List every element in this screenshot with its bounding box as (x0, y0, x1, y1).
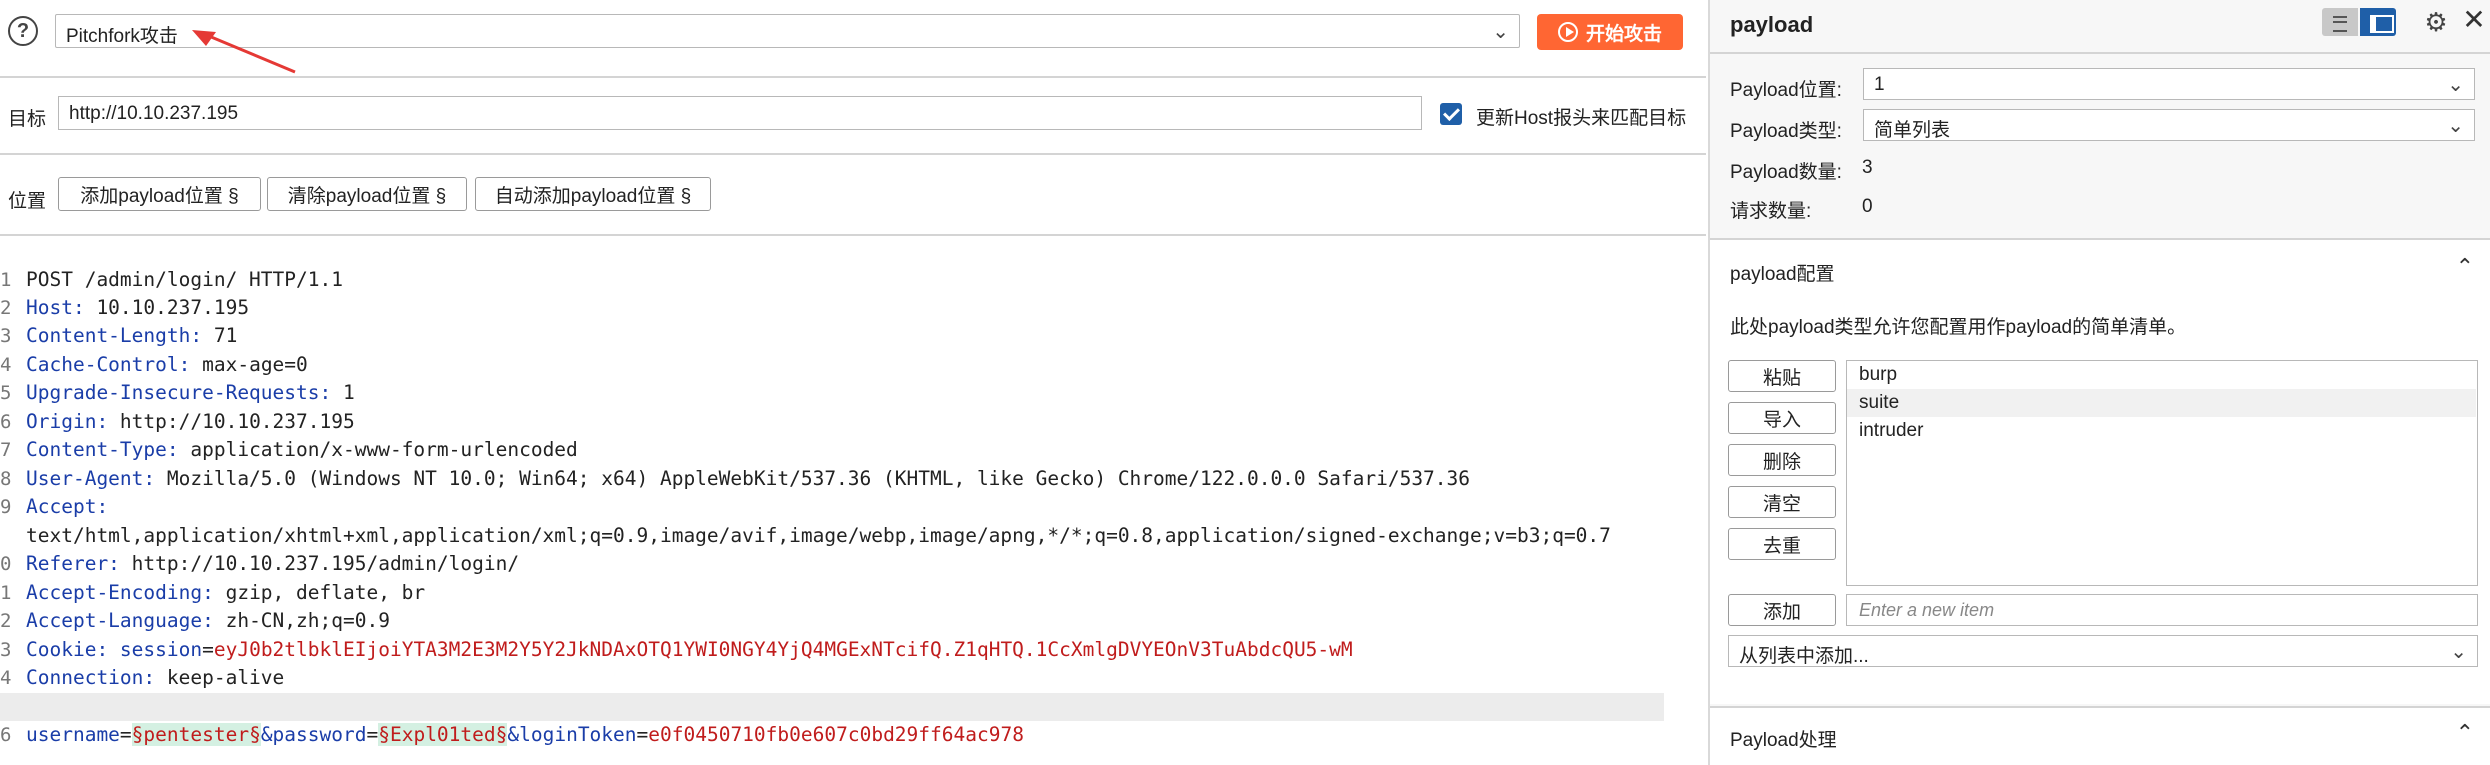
new-item-field[interactable] (1846, 594, 2478, 626)
split-view-icon[interactable] (2360, 8, 2396, 36)
request-line: 7 Content-Type: application/x-www-form-ur… (0, 438, 578, 461)
payload-type-select[interactable]: 简单列表 ⌄ (1863, 109, 2475, 141)
chevron-up-icon[interactable]: ⌃ (2456, 720, 2474, 746)
request-editor[interactable]: 1 POST /admin/login/ HTTP/1.1 2 Host: 10.1… (0, 238, 1706, 765)
play-icon (1557, 22, 1578, 42)
close-icon[interactable]: ✕ (2460, 6, 2488, 34)
clear-payload-position-button[interactable]: 清除payload位置 § (267, 177, 467, 211)
payload-marker: §Expl01ted§ (378, 723, 508, 746)
payload-list[interactable]: burp suite intruder (1846, 360, 2478, 586)
request-line: 5 (0, 665, 1690, 718)
help-icon[interactable]: ? (8, 16, 38, 46)
chevron-down-icon: ⌄ (1492, 21, 1509, 43)
chevron-down-icon: ⌄ (2447, 74, 2464, 96)
list-view-icon[interactable] (2322, 8, 2358, 36)
payload-marker: §pentester§ (131, 723, 261, 746)
add-from-list-value: 从列表中添加... (1739, 646, 1869, 667)
payload-position-label: Payload位置: (1730, 80, 1842, 101)
target-url-input[interactable]: http://10.10.237.195 (58, 96, 1422, 130)
clear-button[interactable]: 清空 (1728, 486, 1836, 518)
attack-type-value: Pitchfork攻击 (66, 26, 178, 47)
payload-count-value: 3 (1862, 157, 1873, 178)
paste-button[interactable]: 粘贴 (1728, 360, 1836, 392)
chevron-down-icon: ⌄ (2447, 115, 2464, 137)
divider (1710, 706, 2490, 708)
request-line: 1 POST /admin/login/ HTTP/1.1 (0, 268, 343, 291)
target-label: 目标 (8, 109, 47, 130)
view-toggle[interactable] (2322, 8, 2398, 36)
request-line: 8 User-Agent: Mozilla/5.0 (Windows NT 10.… (0, 467, 1471, 490)
chevron-down-icon: ⌄ (2450, 641, 2467, 663)
add-payload-position-button[interactable]: 添加payload位置 § (58, 177, 261, 211)
deduplicate-button[interactable]: 去重 (1728, 528, 1836, 560)
payload-config-description: 此处payload类型允许您配置用作payload的简单清单。 (1730, 317, 2187, 338)
request-line: 0 Referer: http://10.10.237.195/admin/log… (0, 552, 520, 575)
list-item[interactable]: suite (1847, 389, 2476, 417)
payload-config-title: payload配置 (1730, 264, 1835, 285)
payload-position-select[interactable]: 1 ⌄ (1863, 68, 2475, 100)
request-count-value: 0 (1862, 196, 1873, 217)
target-url-value: http://10.10.237.195 (69, 103, 239, 124)
start-attack-button[interactable]: 开始攻击 (1537, 14, 1683, 50)
request-line: 3 Cookie: session=eyJ0b2tlbklEIjoiYTA3M2E… (0, 638, 1353, 661)
payload-type-label: Payload类型: (1730, 121, 1842, 142)
auto-add-payload-position-button[interactable]: 自动添加payload位置 § (475, 177, 711, 211)
panel-title: payload (1730, 12, 1814, 37)
payload-type-value: 简单列表 (1874, 120, 1951, 141)
update-host-checkbox[interactable] (1440, 103, 1462, 125)
request-line: 4 Cache-Control: max-age=0 (0, 353, 308, 376)
payload-processing-title: Payload处理 (1730, 730, 1837, 751)
request-body-line: 6 username=§pentester§&password=§Expl01te… (0, 693, 1664, 746)
request-count-label: 请求数量: (1730, 201, 1812, 222)
payload-processing-section: Payload处理 ⌃ (1710, 706, 2490, 765)
list-item[interactable]: burp (1847, 361, 2476, 389)
request-line: 6 Origin: http://10.10.237.195 (0, 410, 355, 433)
list-item[interactable]: intruder (1847, 417, 2476, 445)
chevron-up-icon[interactable]: ⌃ (2456, 254, 2474, 280)
request-line-wrap: text/html,application/xhtml+xml,applicat… (26, 524, 1611, 547)
gear-icon[interactable]: ⚙ (2422, 8, 2450, 36)
divider (1710, 238, 2490, 240)
request-line: 3 Content-Length: 71 (0, 324, 238, 347)
attack-config-pane: ? Pitchfork攻击 ⌄ 开始攻击 目标 http://10.10.237… (0, 0, 1706, 765)
add-from-list-select[interactable]: 从列表中添加... ⌄ (1728, 635, 2478, 667)
request-line: 5 Upgrade-Insecure-Requests: 1 (0, 381, 355, 404)
divider (1710, 52, 2490, 54)
request-line: 2 Accept-Language: zh-CN,zh;q=0.9 (0, 609, 390, 632)
new-item-input[interactable] (1847, 595, 2477, 625)
request-line: 1 Accept-Encoding: gzip, deflate, br (0, 581, 426, 604)
load-button[interactable]: 导入 (1728, 402, 1836, 434)
start-attack-label: 开始攻击 (1585, 23, 1662, 45)
add-item-button[interactable]: 添加 (1728, 594, 1836, 626)
payload-position-value: 1 (1874, 74, 1885, 95)
payload-count-label: Payload数量: (1730, 162, 1842, 183)
request-line: 4 Connection: keep-alive (0, 666, 285, 689)
request-line: 9 Accept: (0, 495, 109, 518)
payload-panel: payload ⚙ ✕ Payload位置: 1 ⌄ Payload类型: 简单… (1708, 0, 2490, 765)
positions-label: 位置 (8, 191, 47, 212)
request-line: 2 Host: 10.10.237.195 (0, 296, 250, 319)
update-host-label: 更新Host报头来匹配目标 (1476, 108, 1687, 129)
divider (0, 76, 1706, 78)
remove-button[interactable]: 删除 (1728, 444, 1836, 476)
divider (0, 234, 1706, 236)
divider (0, 153, 1706, 155)
annotation-arrow-icon (192, 30, 296, 74)
